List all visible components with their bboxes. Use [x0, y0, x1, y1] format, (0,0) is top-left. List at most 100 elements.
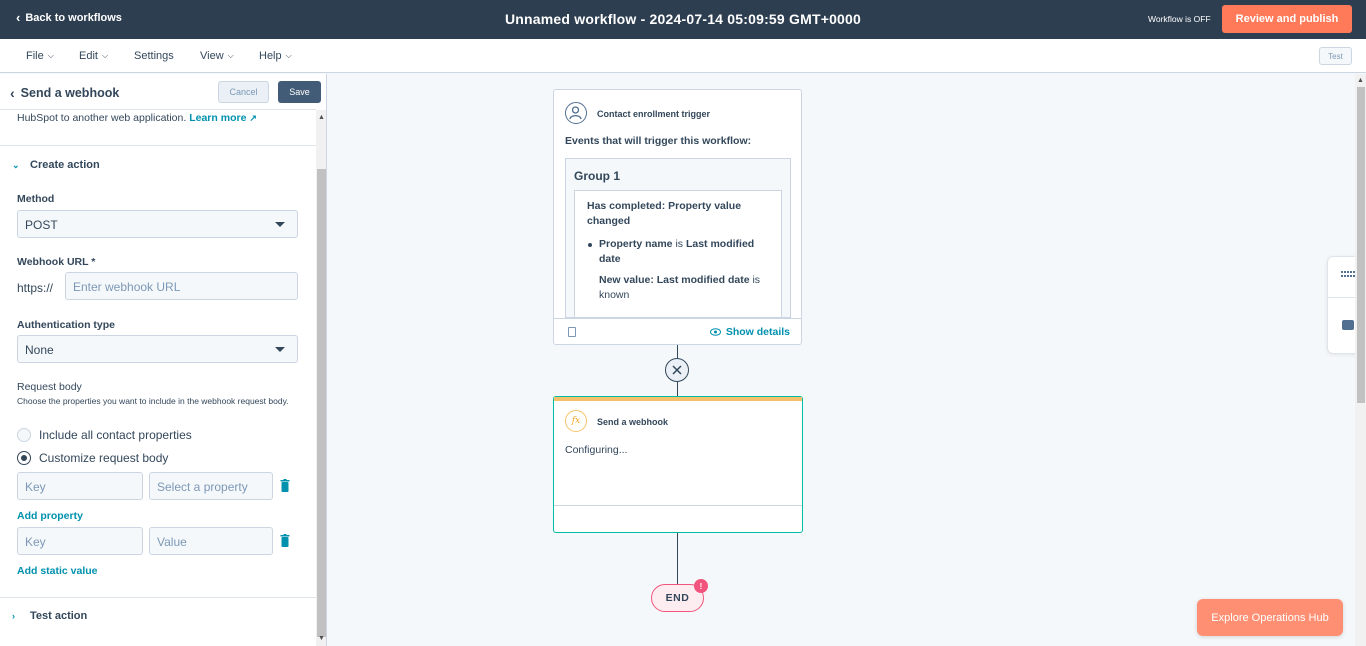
- property-key-input[interactable]: Key: [17, 472, 143, 500]
- external-link-icon: ↗: [249, 113, 257, 123]
- explore-operations-hub-button[interactable]: Explore Operations Hub: [1197, 599, 1343, 636]
- menu-file[interactable]: File ⌵: [26, 50, 54, 62]
- chat-icon[interactable]: [1342, 320, 1354, 330]
- request-body-label: Request body: [17, 381, 82, 393]
- panel-scrollbar-thumb[interactable]: [317, 169, 326, 637]
- filter-condition: Property name is Last modified date: [587, 237, 769, 267]
- dropdown-caret-icon: [275, 222, 285, 227]
- clipboard-icon[interactable]: [568, 327, 576, 337]
- auth-type-select[interactable]: None: [17, 335, 298, 363]
- static-value-input[interactable]: Value: [149, 527, 273, 555]
- radio-customize[interactable]: Customize request body: [17, 451, 168, 465]
- save-button[interactable]: Save: [278, 81, 321, 103]
- menu-bar: File ⌵ Edit ⌵ Settings View ⌵ Help ⌵ Tes…: [0, 39, 1366, 73]
- filter-box: Has completed: Property value changed Pr…: [574, 190, 782, 317]
- action-title: Send a webhook: [597, 417, 669, 427]
- chevron-left-icon: ‹: [10, 85, 15, 101]
- panel-header: ‹ Send a webhook Cancel Save: [0, 74, 321, 110]
- panel-back-button[interactable]: ‹ Send a webhook: [10, 85, 119, 101]
- action-card-divider: [554, 505, 802, 506]
- scroll-down-arrow-icon[interactable]: ▼: [318, 635, 325, 642]
- menu-help-label: Help: [259, 50, 282, 62]
- learn-more-label: Learn more: [189, 112, 247, 124]
- connector-line: [676, 345, 678, 358]
- group-title: Group 1: [574, 169, 621, 183]
- radio-include-all[interactable]: Include all contact properties: [17, 428, 192, 442]
- create-action-toggle[interactable]: ⌄ Create action: [12, 159, 100, 171]
- radio-customize-label: Customize request body: [39, 451, 169, 465]
- property-select[interactable]: Select a property: [149, 472, 273, 500]
- static-key-input[interactable]: Key: [17, 527, 143, 555]
- url-prefix: https://: [17, 281, 54, 295]
- chevron-down-icon: ⌵: [47, 51, 54, 60]
- top-bar: ‹ Back to workflows Unnamed workflow - 2…: [0, 0, 1366, 39]
- keyboard-icon[interactable]: [1341, 271, 1355, 279]
- test-action-toggle[interactable]: › Test action: [12, 610, 87, 622]
- method-select[interactable]: POST: [17, 210, 298, 238]
- filter-head: Has completed: Property value changed: [587, 200, 742, 227]
- radio-button[interactable]: [17, 428, 31, 442]
- divider: [0, 145, 316, 146]
- webhook-action-card[interactable]: fx Send a webhook Configuring...: [553, 396, 803, 533]
- create-action-label: Create action: [30, 159, 100, 171]
- review-and-publish-button[interactable]: Review and publish: [1222, 5, 1352, 33]
- webhook-url-label: Webhook URL *: [17, 256, 96, 268]
- panel-title: Send a webhook: [20, 86, 120, 100]
- radio-button-selected[interactable]: [17, 451, 31, 465]
- scroll-up-arrow-icon[interactable]: ▲: [318, 114, 325, 121]
- show-details-label: Show details: [725, 326, 790, 338]
- learn-more-link[interactable]: Learn more ↗: [189, 112, 257, 124]
- method-label: Method: [17, 193, 55, 205]
- bullet-icon: [588, 243, 592, 247]
- add-property-link[interactable]: Add property: [17, 510, 83, 522]
- new-value-bold: New value: Last modified date: [599, 274, 750, 286]
- menu-help[interactable]: Help ⌵: [259, 50, 292, 62]
- menu-view[interactable]: View ⌵: [200, 50, 234, 62]
- menu-file-label: File: [26, 50, 44, 62]
- chevron-down-icon: ⌵: [101, 51, 109, 60]
- test-action-label: Test action: [30, 610, 88, 622]
- chevron-down-icon: ⌄: [12, 159, 20, 170]
- connector-line: [676, 533, 678, 584]
- request-body-help: Choose the properties you want to includ…: [17, 396, 289, 406]
- chevron-down-icon: ⌵: [227, 51, 234, 60]
- chevron-right-icon: ›: [12, 611, 15, 621]
- trash-icon[interactable]: [280, 534, 290, 547]
- workflow-status: Workflow is OFF: [1148, 14, 1211, 24]
- menu-edit[interactable]: Edit ⌵: [79, 50, 108, 62]
- intro-text: HubSpot to another web application. Lear…: [17, 112, 257, 124]
- scroll-up-arrow-icon[interactable]: ▲: [1357, 77, 1364, 84]
- close-icon: [672, 365, 682, 375]
- trigger-group: Group 1 Has completed: Property value ch…: [565, 158, 791, 318]
- cancel-button[interactable]: Cancel: [218, 81, 269, 103]
- warning-badge-icon: !: [694, 579, 708, 593]
- show-details-link[interactable]: Show details: [709, 326, 790, 338]
- delete-connection-button[interactable]: [665, 358, 689, 382]
- prop-name-is: is: [675, 238, 684, 250]
- add-static-value-link[interactable]: Add static value: [17, 565, 98, 577]
- auth-type-value: None: [25, 343, 54, 357]
- radio-include-all-label: Include all contact properties: [39, 428, 192, 442]
- trash-icon[interactable]: [280, 479, 290, 492]
- trigger-title: Contact enrollment trigger: [597, 109, 711, 119]
- enrollment-trigger-card[interactable]: Contact enrollment trigger Events that w…: [553, 89, 802, 345]
- contact-icon: [565, 102, 587, 124]
- prop-name-bold: Property name: [599, 238, 673, 250]
- test-button[interactable]: Test: [1319, 47, 1352, 65]
- webhook-url-input[interactable]: Enter webhook URL: [65, 272, 298, 300]
- menu-settings-label: Settings: [134, 50, 174, 62]
- intro-text-body: HubSpot to another web application.: [17, 112, 187, 124]
- auth-type-label: Authentication type: [17, 319, 116, 331]
- action-color-bar: [554, 397, 802, 401]
- canvas-scrollbar-thumb[interactable]: [1357, 87, 1365, 403]
- trigger-card-footer: Show details: [554, 318, 801, 345]
- menu-settings[interactable]: Settings: [134, 50, 174, 62]
- menu-view-label: View: [200, 50, 224, 62]
- connector-line: [676, 382, 678, 396]
- method-value: POST: [25, 218, 58, 232]
- filter-new-value: New value: Last modified date is known: [587, 273, 769, 303]
- events-label: Events that will trigger this workflow:: [565, 135, 752, 147]
- dropdown-caret-icon: [275, 347, 285, 352]
- function-icon: fx: [565, 410, 587, 432]
- workflow-canvas[interactable]: Contact enrollment trigger Events that w…: [328, 74, 1355, 646]
